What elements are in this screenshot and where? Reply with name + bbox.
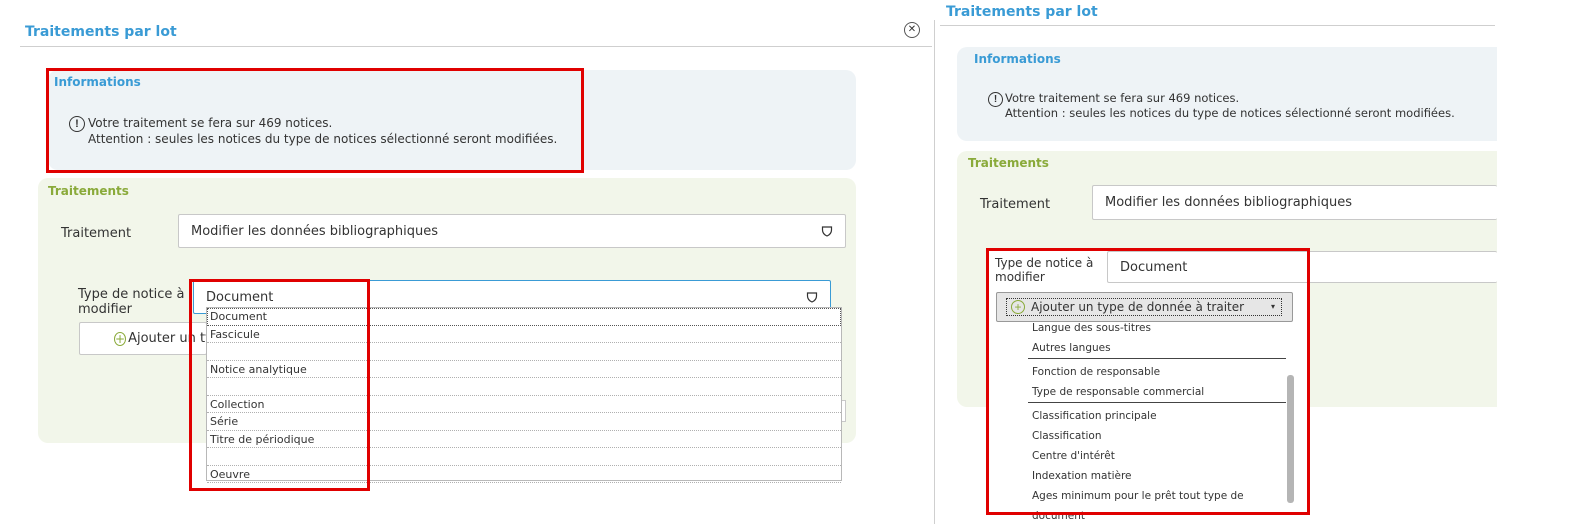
left-traitement-value: Modifier les données bibliographiques <box>191 223 439 239</box>
left-panel-title: Traitements par lot <box>25 24 177 40</box>
right-panel-title: Traitements par lot <box>946 4 1098 20</box>
chevron-down-icon <box>821 226 833 237</box>
right-info-line2: Attention : seules les notices du type d… <box>1005 106 1455 120</box>
chevron-down-icon <box>806 292 818 303</box>
plus-circle-icon: + <box>114 331 127 346</box>
right-traitement-value: Modifier les données bibliographiques <box>1105 195 1353 210</box>
left-dropdown-highlight <box>189 279 370 491</box>
right-info-line1: Votre traitement se fera sur 469 notices… <box>1005 91 1240 105</box>
left-info-highlight <box>46 68 584 173</box>
right-info-title: Informations <box>974 52 1061 66</box>
right-traitement-label: Traitement <box>980 197 1051 212</box>
right-traitement-select[interactable]: Modifier les données bibliographiques <box>1092 185 1497 220</box>
close-icon[interactable]: ✕ <box>904 22 920 38</box>
exclamation-circle-icon: ! <box>988 92 1003 107</box>
right-traitements-title: Traitements <box>968 156 1049 170</box>
left-add-type-button[interactable]: + Ajouter un ty <box>79 322 207 355</box>
left-type-label: Type de notice à modifier <box>78 287 185 317</box>
left-traitement-label: Traitement <box>61 226 132 241</box>
panel-divider <box>934 20 935 524</box>
left-traitement-select[interactable]: Modifier les données bibliographiques <box>178 214 846 248</box>
left-traitements-title: Traitements <box>48 184 129 198</box>
right-dropdown-highlight <box>986 248 1310 515</box>
left-title-divider <box>20 46 932 47</box>
right-title-divider <box>940 25 1495 26</box>
